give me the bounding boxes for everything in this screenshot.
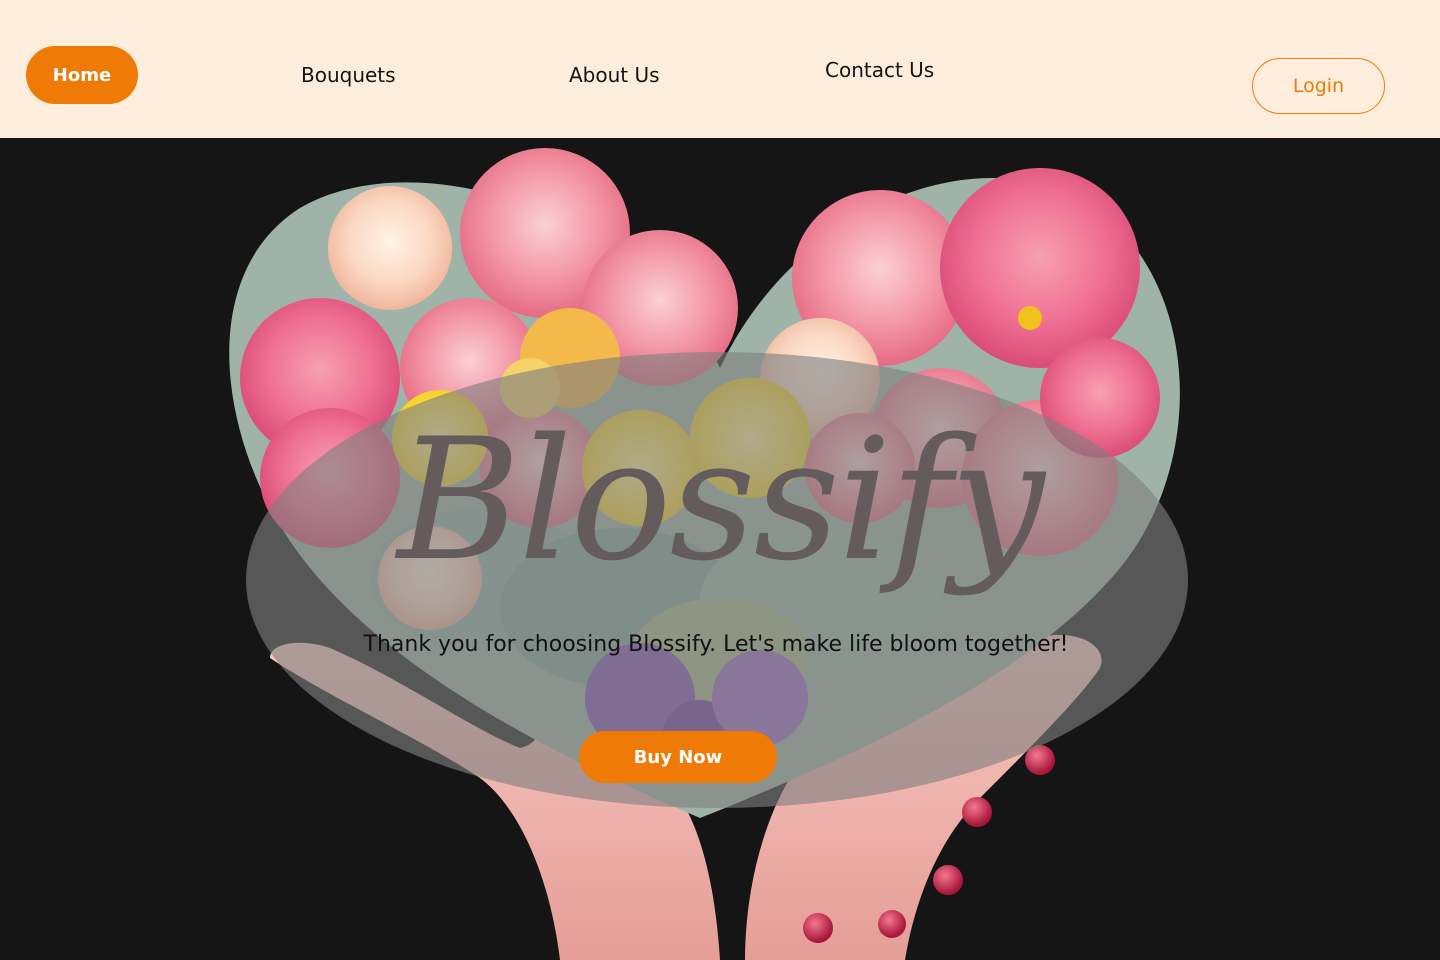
nav-home-button[interactable]: Home — [26, 46, 138, 104]
buy-now-button[interactable]: Buy Now — [579, 731, 777, 783]
hero-tagline: Thank you for choosing Blossify. Let's m… — [363, 632, 1069, 657]
hero-section: Blossify Thank you for choosing Blossify… — [0, 138, 1440, 960]
login-button[interactable]: Login — [1252, 58, 1385, 114]
nav-about-link[interactable]: About Us — [569, 63, 660, 87]
brand-title: Blossify — [397, 402, 1045, 598]
nav-bouquets-link[interactable]: Bouquets — [301, 63, 396, 87]
top-navbar: Home Bouquets About Us Contact Us Login — [0, 0, 1440, 138]
nav-contact-link[interactable]: Contact Us — [825, 58, 934, 82]
